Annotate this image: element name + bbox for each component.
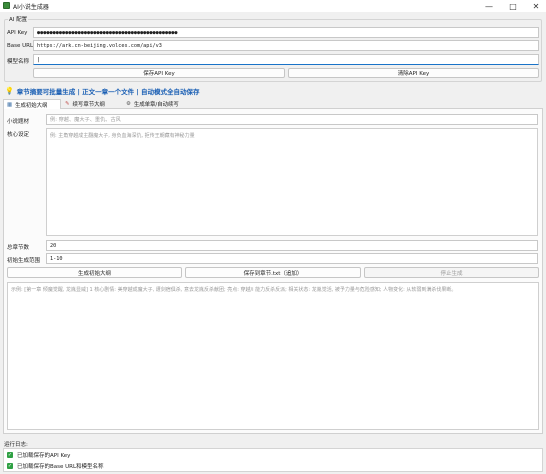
output-placeholder: 示例: [第一章 倾魔觉醒, 龙胤显威] 1 核心剧情: 美穿越成魔大子, 遭剑… xyxy=(11,287,457,293)
save-chapter-button[interactable]: 保存到章节.txt（追加） xyxy=(185,267,361,278)
log-label: 运行日志: xyxy=(4,442,28,448)
api-key-label: API Key xyxy=(7,30,28,36)
tab-initial-outline[interactable]: ▦ 生成初始大纲 xyxy=(3,99,61,109)
base-url-label: Base URL xyxy=(7,43,34,49)
setting-label: 核心设定 xyxy=(7,132,30,138)
generate-outline-button[interactable]: 生成初始大纲 xyxy=(7,267,182,278)
log-entry-text: 已加载保存的API Key xyxy=(17,453,71,459)
tab-continue-outline-label: 续写章节大纲 xyxy=(72,102,105,108)
lightbulb-icon: 💡 xyxy=(5,87,14,95)
notice-text: 章节摘要可批量生成 | 正文一章一个文件 | 自动模式全自动保存 xyxy=(16,88,200,96)
save-api-key-button[interactable]: 保存API Key xyxy=(33,68,285,78)
check-icon: ✓ xyxy=(7,452,13,458)
log-entry: ✓ 已加载保存的Base URL和模型名称 xyxy=(7,462,539,470)
total-chapters-input[interactable]: 20 xyxy=(46,240,538,251)
tab-continue-outline[interactable]: ✎ 续写章节大纲 xyxy=(62,99,122,109)
window-title: AI小说生成器 xyxy=(13,4,49,11)
stop-generation-button[interactable]: 停止生成 xyxy=(364,267,539,278)
minimize-icon[interactable]: — xyxy=(478,0,500,12)
app-icon xyxy=(3,2,10,9)
theme-input[interactable]: 例: 穿越、魔大子、重仇、古风 xyxy=(46,114,538,125)
book-icon: ▦ xyxy=(7,101,13,108)
check-icon: ✓ xyxy=(7,463,13,469)
notice-banner: 💡 章节摘要可批量生成 | 正文一章一个文件 | 自动模式全自动保存 xyxy=(5,86,200,96)
log-entry: ✓ 已加载保存的API Key xyxy=(7,451,539,459)
pencil-icon: ✎ xyxy=(65,101,70,107)
range-label: 初始生成范围 xyxy=(7,258,41,264)
ai-config-title: AI 配置 xyxy=(8,15,29,23)
setting-placeholder: 例: 主角穿越成主翻魔大子, 身负血海深仇, 拒传王朝藏有神秘力量 xyxy=(50,133,195,139)
theme-placeholder: 例: 穿越、魔大子、重仇、古风 xyxy=(50,117,121,123)
total-chapters-label: 总章节数 xyxy=(7,245,30,251)
clear-api-key-button[interactable]: 清除API Key xyxy=(288,68,539,78)
range-input[interactable]: 1-10 xyxy=(46,253,538,264)
tab-single-chapter-label: 生成单章/自动续写 xyxy=(133,102,179,108)
model-name-input[interactable]: | xyxy=(33,54,539,65)
gear-icon: ⚙ xyxy=(126,101,131,107)
model-name-label: 模型名称 xyxy=(7,59,30,65)
tab-single-chapter[interactable]: ⚙ 生成单章/自动续写 xyxy=(123,99,203,109)
output-textarea[interactable]: 示例: [第一章 倾魔觉醒, 龙胤显威] 1 核心剧情: 美穿越成魔大子, 遭剑… xyxy=(7,282,539,430)
theme-label: 小说题材 xyxy=(7,119,30,125)
title-bar xyxy=(0,0,546,12)
maximize-icon[interactable]: □ xyxy=(502,0,524,12)
api-key-input[interactable]: ●●●●●●●●●●●●●●●●●●●●●●●●●●●●●●●●●●●●●●●●… xyxy=(33,27,539,38)
log-panel: ✓ 已加载保存的API Key ✓ 已加载保存的Base URL和模型名称 xyxy=(3,448,543,472)
setting-textarea[interactable]: 例: 主角穿越成主翻魔大子, 身负血海深仇, 拒传王朝藏有神秘力量 xyxy=(46,128,538,236)
close-icon[interactable]: ✕ xyxy=(525,0,546,12)
tab-initial-outline-label: 生成初始大纲 xyxy=(15,102,48,109)
log-entry-text: 已加载保存的Base URL和模型名称 xyxy=(17,464,104,470)
base-url-input[interactable]: https://ark.cn-beijing.volces.com/api/v3 xyxy=(33,40,539,51)
